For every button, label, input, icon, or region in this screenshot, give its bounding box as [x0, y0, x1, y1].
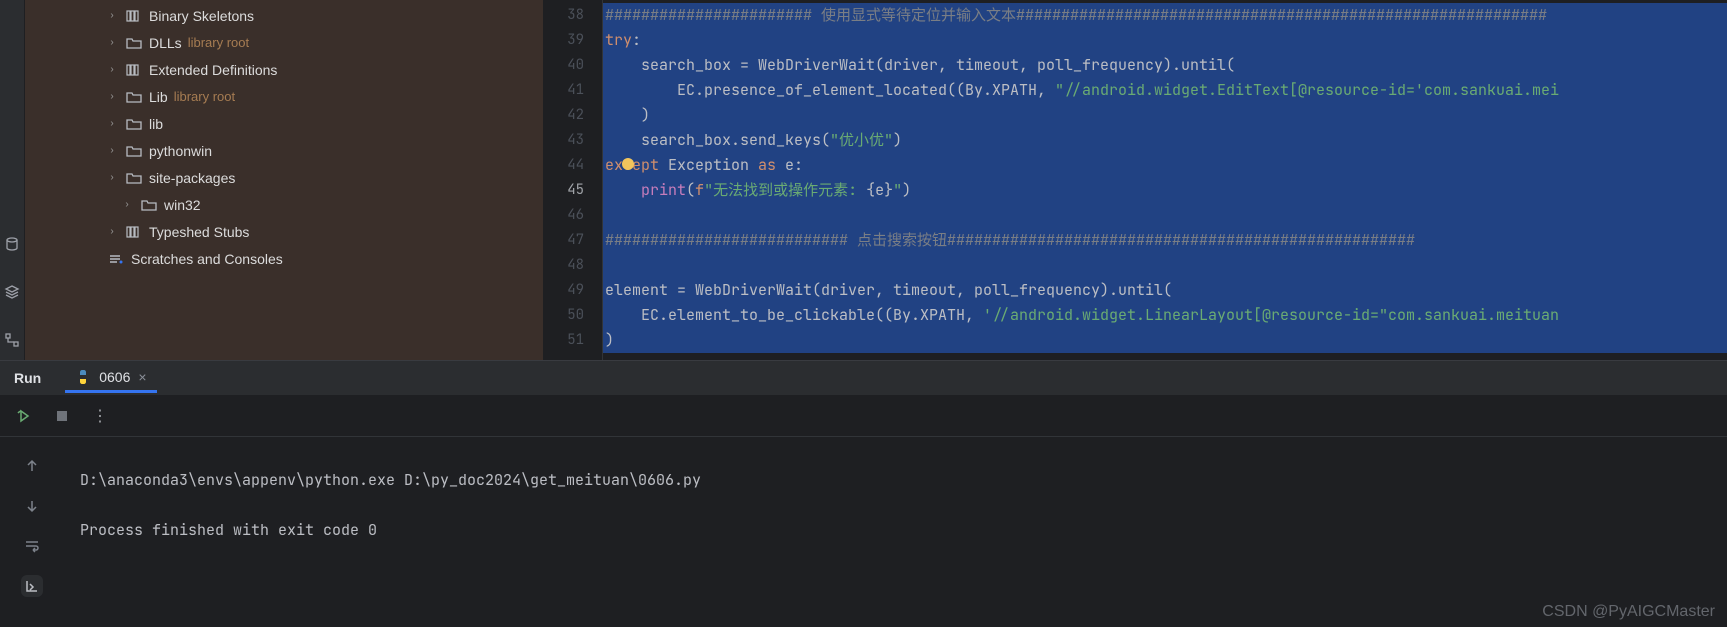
- close-icon[interactable]: ×: [138, 369, 146, 385]
- structure-icon[interactable]: [2, 330, 22, 350]
- stop-icon[interactable]: [52, 406, 72, 426]
- database-icon[interactable]: [2, 234, 22, 254]
- code-line[interactable]: EC.presence_of_element_located((By.XPATH…: [603, 78, 1727, 103]
- tree-item-label: Extended Definitions: [149, 62, 277, 78]
- tree-item-suffix: library root: [174, 89, 235, 104]
- scroll-to-end-icon[interactable]: [21, 575, 43, 597]
- line-number: 49: [543, 278, 602, 303]
- chevron-right-icon: ›: [105, 64, 119, 75]
- code-content[interactable]: ####################### 使用显式等待定位并输入文本###…: [603, 0, 1727, 360]
- chevron-right-icon: ›: [105, 226, 119, 237]
- console-line: D:\anaconda3\envs\appenv\python.exe D:\p…: [80, 470, 701, 490]
- code-line[interactable]: element = WebDriverWait(driver, timeout,…: [603, 278, 1727, 303]
- run-toolbar: ⋮: [0, 395, 1727, 437]
- code-line[interactable]: ): [603, 328, 1727, 353]
- up-arrow-icon[interactable]: [21, 455, 43, 477]
- tree-item[interactable]: › Extended Definitions: [25, 56, 543, 83]
- folder-icon: [125, 90, 143, 104]
- watermark: CSDN @PyAIGCMaster: [1542, 603, 1715, 621]
- code-line[interactable]: search_box.send_keys("优小优"): [603, 128, 1727, 153]
- code-line[interactable]: except Exception as e:: [603, 153, 1727, 178]
- run-tabs: Run 0606 ×: [0, 361, 1727, 395]
- tree-item-label: win32: [164, 197, 201, 213]
- run-panel-title: Run: [14, 370, 41, 386]
- line-number: 51: [543, 328, 602, 353]
- tree-item[interactable]: › Typeshed Stubs: [25, 218, 543, 245]
- intention-bulb-icon[interactable]: [622, 158, 634, 170]
- line-number: 42: [543, 103, 602, 128]
- line-number: 47: [543, 228, 602, 253]
- scratch-icon: [107, 252, 125, 266]
- code-line[interactable]: [603, 203, 1727, 228]
- console-line: Process finished with exit code 0: [80, 520, 377, 540]
- tree-item-label: Scratches and Consoles: [131, 251, 283, 267]
- line-number: 50: [543, 303, 602, 328]
- tree-item[interactable]: › lib: [25, 110, 543, 137]
- chevron-right-icon: ›: [105, 118, 119, 129]
- tree-item[interactable]: › pythonwin: [25, 137, 543, 164]
- run-config-name: 0606: [99, 369, 130, 385]
- code-line[interactable]: ########################### 点击搜索按钮######…: [603, 228, 1727, 253]
- rerun-icon[interactable]: [14, 406, 34, 426]
- code-line[interactable]: search_box = WebDriverWait(driver, timeo…: [603, 53, 1727, 78]
- folder-icon: [125, 36, 143, 50]
- tree-item-label: pythonwin: [149, 143, 212, 159]
- code-line[interactable]: ): [603, 103, 1727, 128]
- line-gutter: 3839404142434445464748495051: [543, 0, 603, 360]
- line-number: 46: [543, 203, 602, 228]
- code-line[interactable]: [603, 253, 1727, 278]
- console-side-toolbar: [0, 437, 64, 597]
- chevron-right-icon: ›: [120, 199, 134, 210]
- tree-item[interactable]: › win32: [25, 191, 543, 218]
- library-icon: [125, 63, 143, 77]
- folder-icon: [125, 171, 143, 185]
- library-icon: [125, 9, 143, 23]
- line-number: 48: [543, 253, 602, 278]
- line-number: 44: [543, 153, 602, 178]
- tree-item-label: Lib: [149, 89, 168, 105]
- tree-item-suffix: library root: [188, 35, 249, 50]
- folder-icon: [125, 117, 143, 131]
- tree-item[interactable]: › DLLs library root: [25, 29, 543, 56]
- more-icon[interactable]: ⋮: [90, 406, 110, 426]
- code-line[interactable]: print(f"无法找到或操作元素: {e}"): [603, 178, 1727, 203]
- project-tree[interactable]: › Binary Skeletons › DLLs library root › Exten…: [25, 0, 543, 360]
- library-icon: [125, 225, 143, 239]
- folder-icon: [125, 144, 143, 158]
- tree-item-label: Typeshed Stubs: [149, 224, 249, 240]
- python-icon: [75, 369, 91, 385]
- line-number: 45: [543, 178, 602, 203]
- tree-item-label: site-packages: [149, 170, 235, 186]
- tree-item[interactable]: › site-packages: [25, 164, 543, 191]
- chevron-right-icon: ›: [105, 10, 119, 21]
- console-output[interactable]: D:\anaconda3\envs\appenv\python.exe D:\p…: [64, 437, 1727, 597]
- left-tool-strip: [0, 0, 25, 360]
- code-line[interactable]: try:: [603, 28, 1727, 53]
- tree-item-label: DLLs: [149, 35, 182, 51]
- line-number: 43: [543, 128, 602, 153]
- tree-item[interactable]: › Binary Skeletons: [25, 2, 543, 29]
- line-number: 39: [543, 28, 602, 53]
- tree-item[interactable]: › Lib library root: [25, 83, 543, 110]
- chevron-right-icon: ›: [105, 37, 119, 48]
- chevron-right-icon: ›: [105, 172, 119, 183]
- line-number: 40: [543, 53, 602, 78]
- code-editor[interactable]: 3839404142434445464748495051 ###########…: [543, 0, 1727, 360]
- tree-item-label: lib: [149, 116, 163, 132]
- line-number: 41: [543, 78, 602, 103]
- tree-item-label: Binary Skeletons: [149, 8, 254, 24]
- layers-icon[interactable]: [2, 282, 22, 302]
- down-arrow-icon[interactable]: [21, 495, 43, 517]
- tree-item[interactable]: Scratches and Consoles: [25, 245, 543, 272]
- line-number: 38: [543, 3, 602, 28]
- chevron-right-icon: ›: [105, 145, 119, 156]
- chevron-right-icon: ›: [105, 91, 119, 102]
- soft-wrap-icon[interactable]: [21, 535, 43, 557]
- code-line[interactable]: EC.element_to_be_clickable((By.XPATH, '/…: [603, 303, 1727, 328]
- folder-icon: [140, 198, 158, 212]
- run-panel: Run 0606 × ⋮: [0, 360, 1727, 627]
- run-config-tab[interactable]: 0606 ×: [65, 364, 156, 393]
- code-line[interactable]: ####################### 使用显式等待定位并输入文本###…: [603, 3, 1727, 28]
